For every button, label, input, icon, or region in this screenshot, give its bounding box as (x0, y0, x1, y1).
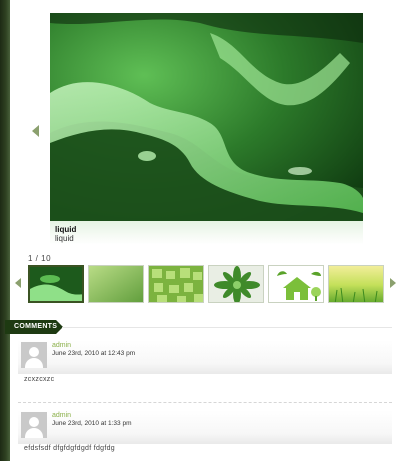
thumbnail-green-tiles[interactable] (148, 265, 204, 303)
thumbnail-liquid[interactable] (28, 265, 84, 303)
comment-author[interactable]: admin (52, 342, 71, 349)
gallery-main-image[interactable] (50, 13, 363, 221)
comment-date[interactable]: June 23rd, 2010 at 12:43 pm (52, 350, 135, 357)
thumbnail-green-gradient[interactable] (88, 265, 144, 303)
avatar (21, 412, 47, 438)
avatar (21, 342, 47, 368)
thumbs-next-arrow-icon[interactable] (390, 278, 396, 288)
heading-divider (62, 327, 392, 328)
comment-meta-band (18, 340, 392, 374)
left-edge-decoration (0, 0, 10, 461)
thumbnail-eco-house[interactable] (268, 265, 324, 303)
thumbnail-succulent[interactable] (208, 265, 264, 303)
comment-meta-band (18, 410, 392, 444)
thumbnail-green-meadow[interactable] (328, 265, 384, 303)
comment-text: zcxzcxzc (24, 376, 55, 383)
comment-author[interactable]: admin (52, 412, 71, 419)
comment-divider (18, 402, 392, 403)
thumbs-prev-arrow-icon[interactable] (15, 278, 21, 288)
previous-image-arrow-icon[interactable] (32, 125, 39, 137)
caption-description: liquid (55, 234, 74, 243)
thumbnail-strip (26, 264, 384, 304)
caption-title: liquid (55, 225, 77, 234)
image-counter: 1 / 10 (28, 254, 52, 263)
comment-date[interactable]: June 23rd, 2010 at 1:33 pm (52, 420, 132, 427)
comment-text: efdsfsdf dfgfdgfdgdf fdgfdg (24, 445, 115, 452)
image-caption: liquid liquid (50, 221, 363, 247)
comments-heading: COMMENTS (5, 320, 63, 334)
